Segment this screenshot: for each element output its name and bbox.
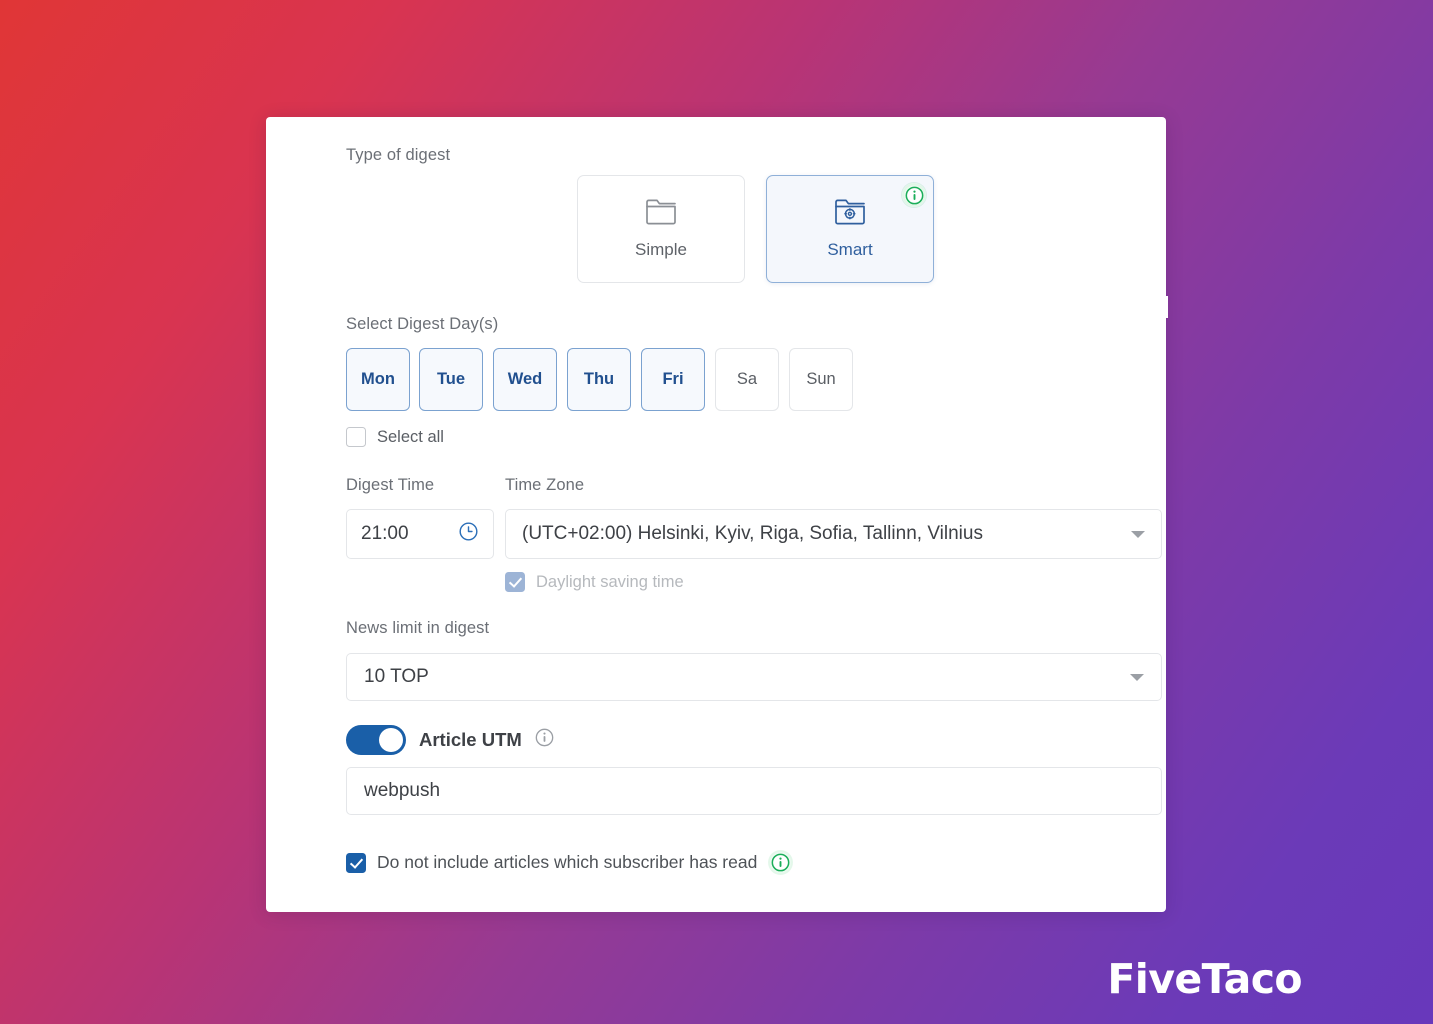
day-label: Thu xyxy=(583,370,615,388)
digest-type-option-simple[interactable]: Simple xyxy=(577,175,745,283)
article-utm-value: webpush xyxy=(364,780,441,801)
daylight-saving-checkbox xyxy=(505,572,525,592)
select-all-checkbox[interactable] xyxy=(346,427,366,447)
digest-time-input[interactable]: 21:00 xyxy=(346,509,494,559)
day-button-tue[interactable]: Tue xyxy=(419,348,483,411)
article-utm-label: Article UTM xyxy=(419,729,522,750)
daylight-saving-row: Daylight saving time xyxy=(505,572,684,592)
info-icon[interactable] xyxy=(768,850,794,875)
exclude-read-row: Do not include articles which subscriber… xyxy=(346,850,794,875)
chevron-down-icon[interactable] xyxy=(1131,530,1145,538)
type-of-digest-label: Type of digest xyxy=(346,146,451,164)
day-label: Fri xyxy=(662,370,684,388)
article-utm-row: Article UTM xyxy=(346,725,554,755)
exclude-read-checkbox[interactable] xyxy=(346,852,366,873)
time-zone-label: Time Zone xyxy=(505,476,585,494)
news-limit-select[interactable]: 10 TOP xyxy=(346,653,1162,701)
digest-time-label: Digest Time xyxy=(346,476,435,494)
time-zone-select[interactable]: (UTC+02:00) Helsinki, Kyiv, Riga, Sofia,… xyxy=(505,509,1162,559)
digest-time-value: 21:00 xyxy=(361,523,409,544)
day-label: Sun xyxy=(806,370,836,388)
day-label: Mon xyxy=(361,370,395,388)
time-zone-value: (UTC+02:00) Helsinki, Kyiv, Riga, Sofia,… xyxy=(522,523,983,544)
day-button-sun[interactable]: Sun xyxy=(789,348,853,411)
chevron-down-icon[interactable] xyxy=(1130,673,1144,681)
digest-settings-card: Type of digest Simple Smart Select Diges… xyxy=(266,117,1168,912)
info-icon[interactable] xyxy=(902,183,926,207)
select-all-days-row[interactable]: Select all xyxy=(346,427,444,447)
day-label: Sa xyxy=(736,370,758,388)
day-button-fri[interactable]: Fri xyxy=(641,348,705,411)
digest-type-label-smart: Smart xyxy=(827,240,873,259)
folder-gear-icon xyxy=(834,198,866,231)
fivetaco-watermark: FiveTaco xyxy=(1107,955,1302,1003)
day-button-mon[interactable]: Mon xyxy=(346,348,410,411)
card-edge-notch xyxy=(1163,296,1168,318)
news-limit-value: 10 TOP xyxy=(364,666,429,687)
info-icon[interactable] xyxy=(535,728,554,752)
digest-type-label-simple: Simple xyxy=(635,240,687,259)
day-button-wed[interactable]: Wed xyxy=(493,348,557,411)
daylight-saving-label: Daylight saving time xyxy=(536,572,684,591)
day-label: Wed xyxy=(507,370,543,388)
digest-type-option-smart[interactable]: Smart xyxy=(766,175,934,283)
day-button-sa[interactable]: Sa xyxy=(715,348,779,411)
news-limit-label: News limit in digest xyxy=(346,619,490,637)
select-all-label: Select all xyxy=(377,427,444,446)
day-label: Tue xyxy=(436,370,466,388)
clock-icon[interactable] xyxy=(458,521,479,547)
select-digest-days-label: Select Digest Day(s) xyxy=(346,315,499,333)
day-button-thu[interactable]: Thu xyxy=(567,348,631,411)
exclude-read-label: Do not include articles which subscriber… xyxy=(377,852,758,872)
article-utm-input[interactable]: webpush xyxy=(346,767,1162,815)
article-utm-toggle[interactable] xyxy=(346,725,406,755)
folder-icon xyxy=(645,198,677,231)
